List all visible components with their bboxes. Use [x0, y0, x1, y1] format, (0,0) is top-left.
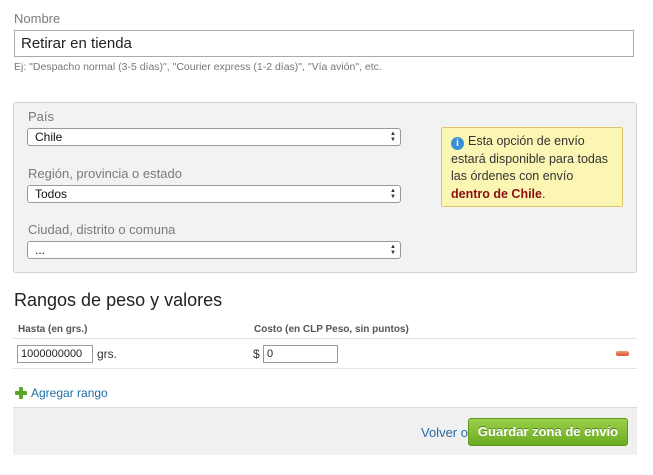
- region-value: Todos: [35, 187, 68, 201]
- plus-icon[interactable]: [15, 387, 27, 399]
- save-shipping-zone-button[interactable]: Guardar zona de envío: [468, 418, 628, 446]
- select-arrows-icon: ▲ ▼: [390, 131, 396, 143]
- table-divider: [13, 338, 637, 339]
- select-arrows-icon: ▲ ▼: [390, 244, 396, 256]
- info-end: .: [541, 186, 546, 201]
- country-select[interactable]: Chile ▲ ▼: [27, 128, 401, 146]
- city-select[interactable]: ... ▲ ▼: [27, 241, 401, 259]
- weight-unit: grs.: [97, 347, 118, 361]
- info-icon: i: [451, 137, 464, 150]
- remove-range-icon[interactable]: [616, 351, 629, 356]
- region-label: Región, provincia o estado: [28, 166, 182, 181]
- name-hint: Ej: "Despacho normal (3-5 días)", "Couri…: [14, 61, 382, 73]
- cost-column-header: Costo (en CLP Peso, sin puntos): [254, 324, 409, 335]
- info-highlight: dentro de Chile: [451, 186, 542, 201]
- city-value: ...: [35, 243, 46, 257]
- info-box: i Esta opción de envío estará disponible …: [441, 127, 623, 207]
- city-label: Ciudad, distrito o comuna: [28, 222, 176, 237]
- row-divider: [13, 368, 637, 369]
- cost-input[interactable]: 0: [263, 345, 338, 363]
- region-select[interactable]: Todos ▲ ▼: [27, 185, 401, 203]
- country-value: Chile: [35, 130, 63, 144]
- country-label: País: [28, 109, 55, 124]
- currency-symbol: $: [253, 347, 260, 361]
- back-link[interactable]: Volver o: [421, 425, 468, 440]
- add-range-link[interactable]: Agregar rango: [31, 386, 108, 400]
- name-label: Nombre: [14, 11, 61, 26]
- ranges-title: Rangos de peso y valores: [14, 290, 223, 310]
- info-text: Esta opción de envío estará disponible p…: [451, 134, 609, 183]
- weight-column-header: Hasta (en grs.): [18, 324, 88, 335]
- name-input[interactable]: Retirar en tienda: [14, 30, 634, 57]
- weight-input[interactable]: 1000000000: [17, 345, 93, 363]
- select-arrows-icon: ▲ ▼: [390, 188, 396, 200]
